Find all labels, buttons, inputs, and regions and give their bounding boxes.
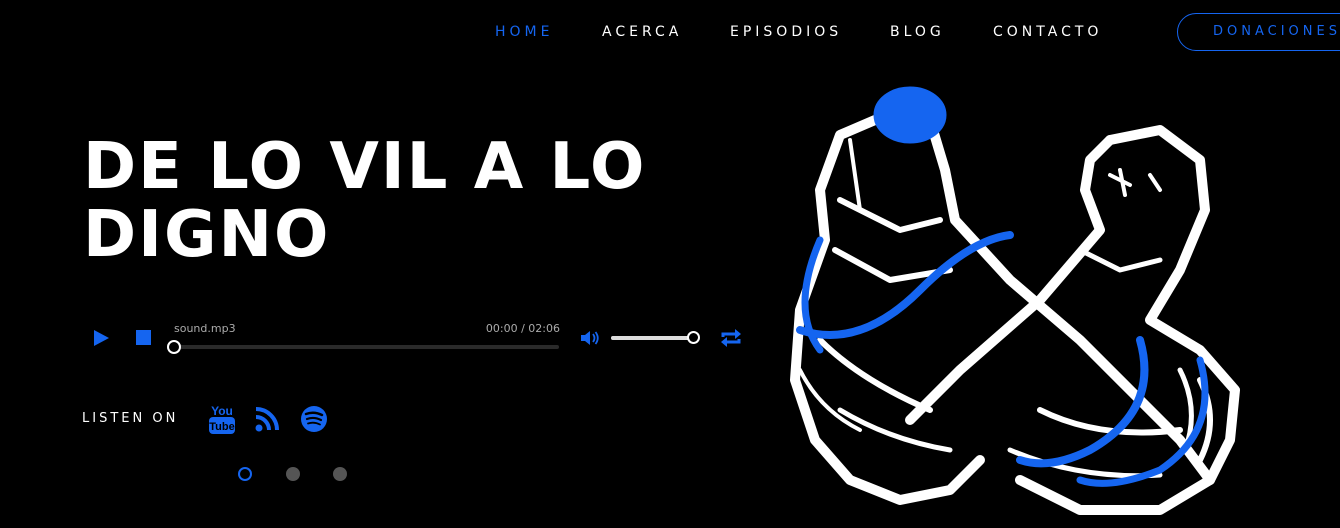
- title-line-2: DIGNO: [83, 198, 331, 272]
- crossed-arms-illustration: [790, 86, 1240, 515]
- rss-icon[interactable]: [253, 402, 283, 436]
- title-line-1: DE LO VIL A LO: [83, 130, 647, 204]
- nav-item-contacto[interactable]: CONTACTO: [993, 24, 1102, 40]
- nav-item-home[interactable]: HOME: [495, 24, 553, 40]
- svg-text:Tube: Tube: [209, 421, 234, 433]
- progress-handle[interactable]: [167, 340, 181, 354]
- volume-fill: [611, 336, 696, 340]
- slider-dot-2[interactable]: [286, 467, 300, 481]
- track-time: 00:00 / 02:06: [485, 322, 560, 335]
- page-title: DE LO VIL A LO DIGNO: [83, 133, 743, 269]
- donate-button[interactable]: DONACIONES: [1177, 13, 1340, 51]
- youtube-icon[interactable]: You Tube: [207, 402, 237, 436]
- volume-handle[interactable]: [687, 331, 700, 344]
- spotify-icon[interactable]: [299, 402, 329, 436]
- nav-item-blog[interactable]: BLOG: [890, 24, 945, 40]
- progress-bar[interactable]: [174, 345, 559, 349]
- main-nav: HOME ACERCA EPISODIOS BLOG CONTACTO DONA…: [0, 0, 1340, 66]
- repeat-icon[interactable]: [720, 328, 742, 348]
- svg-text:You: You: [211, 404, 233, 418]
- slider-dot-1[interactable]: [238, 467, 252, 481]
- volume-icon[interactable]: [580, 330, 600, 346]
- slider-pagination: [238, 467, 358, 483]
- nav-item-episodios[interactable]: EPISODIOS: [730, 24, 842, 40]
- track-filename: sound.mp3: [174, 322, 236, 335]
- audio-player: sound.mp3 00:00 / 02:06: [80, 318, 750, 358]
- stop-icon[interactable]: [136, 330, 151, 345]
- nav-item-acerca[interactable]: ACERCA: [602, 24, 682, 40]
- volume-slider[interactable]: [611, 336, 696, 340]
- slider-dot-3[interactable]: [333, 467, 347, 481]
- listen-on-label: LISTEN ON: [82, 411, 179, 426]
- play-icon[interactable]: [92, 329, 110, 347]
